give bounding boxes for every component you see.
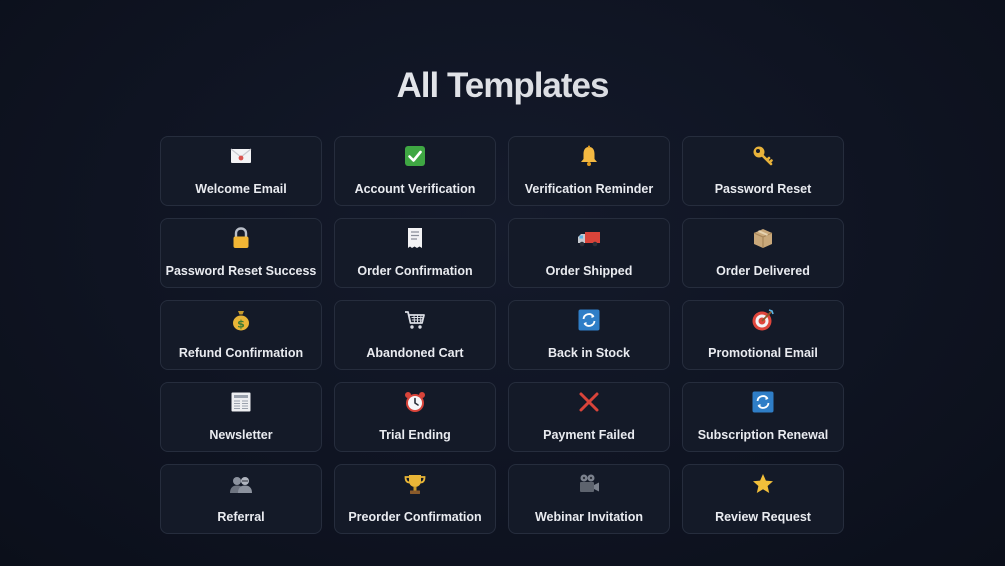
template-card-order-shipped[interactable]: Order Shipped	[508, 218, 670, 288]
template-card-refund-confirmation[interactable]: $ Refund Confirmation	[160, 300, 322, 370]
template-label: Order Confirmation	[357, 264, 473, 278]
template-label: Referral	[217, 510, 265, 524]
video-camera-icon	[509, 471, 669, 497]
template-card-password-reset[interactable]: Password Reset	[682, 136, 844, 206]
template-card-preorder-confirmation[interactable]: Preorder Confirmation	[334, 464, 496, 534]
key-icon	[683, 143, 843, 169]
template-card-order-confirmation[interactable]: Order Confirmation	[334, 218, 496, 288]
star-icon	[683, 471, 843, 497]
template-label: Back in Stock	[548, 346, 630, 360]
template-label: Password Reset Success	[165, 264, 317, 278]
money-bag-icon: $	[161, 307, 321, 333]
template-label: Refund Confirmation	[178, 346, 304, 360]
template-card-verification-reminder[interactable]: Verification Reminder	[508, 136, 670, 206]
template-label: Order Delivered	[716, 264, 810, 278]
shopping-cart-icon	[335, 307, 495, 333]
template-label: Welcome Email	[195, 182, 287, 196]
template-card-payment-failed[interactable]: Payment Failed	[508, 382, 670, 452]
alarm-clock-icon	[335, 389, 495, 415]
template-label: Abandoned Cart	[366, 346, 464, 360]
cross-mark-icon	[509, 389, 669, 415]
template-label: Order Shipped	[545, 264, 633, 278]
template-card-back-in-stock[interactable]: Back in Stock	[508, 300, 670, 370]
check-mark-icon	[335, 143, 495, 169]
template-card-webinar-invitation[interactable]: Webinar Invitation	[508, 464, 670, 534]
envelope-icon	[161, 143, 321, 169]
template-label: Password Reset	[714, 182, 812, 196]
page-title: All Templates	[0, 66, 1005, 106]
template-label: Preorder Confirmation	[348, 510, 482, 524]
template-card-order-delivered[interactable]: Order Delivered	[682, 218, 844, 288]
template-card-password-reset-success[interactable]: Password Reset Success	[160, 218, 322, 288]
package-icon	[683, 225, 843, 251]
template-card-trial-ending[interactable]: Trial Ending	[334, 382, 496, 452]
delivery-truck-icon	[509, 225, 669, 251]
template-label: Newsletter	[209, 428, 273, 442]
template-label: Review Request	[715, 510, 811, 524]
template-label: Account Verification	[354, 182, 476, 196]
template-label: Subscription Renewal	[697, 428, 829, 442]
refresh-icon	[683, 389, 843, 415]
newspaper-icon	[161, 389, 321, 415]
template-card-account-verification[interactable]: Account Verification	[334, 136, 496, 206]
template-grid: Welcome Email Account Verification Verif…	[160, 136, 846, 534]
template-label: Trial Ending	[379, 428, 451, 442]
template-label: Payment Failed	[543, 428, 635, 442]
template-card-promotional-email[interactable]: Promotional Email	[682, 300, 844, 370]
trophy-icon	[335, 471, 495, 497]
template-label: Promotional Email	[708, 346, 818, 360]
refresh-icon	[509, 307, 669, 333]
bell-icon	[509, 143, 669, 169]
template-card-welcome-email[interactable]: Welcome Email	[160, 136, 322, 206]
svg-text:$: $	[237, 318, 245, 331]
receipt-icon	[335, 225, 495, 251]
template-card-review-request[interactable]: Review Request	[682, 464, 844, 534]
padlock-icon	[161, 225, 321, 251]
users-icon	[161, 471, 321, 497]
template-label: Verification Reminder	[524, 182, 654, 196]
template-card-subscription-renewal[interactable]: Subscription Renewal	[682, 382, 844, 452]
target-icon	[683, 307, 843, 333]
template-card-abandoned-cart[interactable]: Abandoned Cart	[334, 300, 496, 370]
template-card-referral[interactable]: Referral	[160, 464, 322, 534]
template-label: Webinar Invitation	[534, 510, 644, 524]
template-card-newsletter[interactable]: Newsletter	[160, 382, 322, 452]
